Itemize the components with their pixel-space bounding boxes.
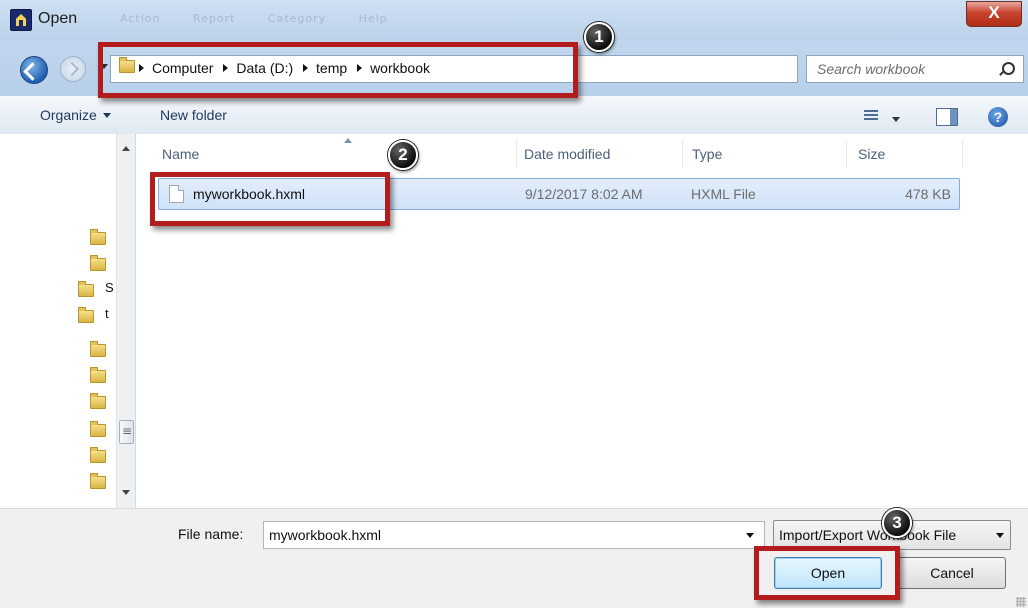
folder-icon (78, 281, 94, 297)
search-icon[interactable] (1002, 62, 1015, 75)
file-name-label: File name: (178, 526, 244, 542)
nav-folder-item[interactable] (0, 366, 116, 384)
nav-item-label: S (105, 280, 114, 295)
organize-button[interactable]: Organize (40, 107, 111, 123)
help-icon[interactable]: ? (988, 107, 1008, 127)
nav-folder-item[interactable] (0, 340, 116, 358)
scroll-down-icon[interactable] (122, 490, 130, 495)
file-type: HXML File (691, 186, 756, 202)
file-type-filter-label: Import/Export Workbook File (779, 527, 957, 543)
navigation-pane: S t (0, 134, 117, 508)
view-options-dropdown-icon[interactable] (892, 117, 900, 122)
title-bar[interactable]: Action Report Category Help Open X (0, 0, 1028, 40)
callout-number-3: 3 (882, 508, 912, 538)
file-date-modified: 9/12/2017 8:02 AM (525, 186, 643, 202)
nav-scrollbar[interactable] (116, 134, 135, 508)
open-dialog: Action Report Category Help Open X Compu… (0, 0, 1028, 608)
preview-pane-icon[interactable] (936, 108, 958, 126)
change-view-icon[interactable] (864, 110, 878, 122)
organize-label: Organize (40, 107, 97, 123)
folder-icon (78, 307, 94, 323)
nav-folder-item[interactable] (0, 254, 116, 272)
forward-arrow-icon[interactable] (60, 56, 86, 82)
file-size: 478 KB (905, 186, 951, 202)
callout-box-open-button (754, 546, 900, 600)
scroll-up-icon[interactable] (122, 146, 130, 151)
folder-icon (90, 341, 106, 357)
resize-grip-icon[interactable] (1016, 597, 1026, 607)
column-divider[interactable] (682, 140, 683, 168)
background-menu: Action Report Category Help (120, 12, 416, 25)
column-divider[interactable] (962, 140, 963, 168)
ghost-menu-item: Help (358, 12, 388, 25)
column-divider[interactable] (516, 140, 517, 168)
callout-box-file (150, 172, 390, 226)
file-name-value: myworkbook.hxml (269, 527, 382, 543)
sort-ascending-icon (344, 138, 352, 143)
column-header-name[interactable]: Name (162, 146, 199, 162)
ghost-menu-item: Category (267, 12, 327, 25)
nav-folder-item[interactable]: t (0, 306, 116, 324)
folder-icon (90, 473, 106, 489)
caret-down-icon (102, 113, 111, 118)
callout-box-address-bar (98, 42, 578, 98)
search-input[interactable]: Search workbook (806, 55, 1024, 83)
callout-number-2: 2 (388, 140, 418, 170)
folder-icon (90, 367, 106, 383)
folder-icon (90, 393, 106, 409)
column-divider[interactable] (846, 140, 847, 168)
folder-icon (90, 229, 106, 245)
folder-icon (90, 421, 106, 437)
window-title: Open (38, 10, 78, 27)
close-button[interactable]: X (966, 1, 1022, 27)
callout-number-1: 1 (584, 22, 614, 52)
nav-folder-item[interactable] (0, 472, 116, 490)
file-name-dropdown-icon[interactable] (746, 533, 754, 538)
nav-item-label: t (105, 306, 109, 321)
file-name-field[interactable]: myworkbook.hxml (263, 521, 765, 549)
column-header-date-modified[interactable]: Date modified (524, 146, 610, 162)
new-folder-button[interactable]: New folder (160, 107, 227, 123)
nav-folder-item[interactable] (0, 420, 116, 438)
cancel-button[interactable]: Cancel (898, 557, 1006, 589)
nav-folder-item[interactable]: S (0, 280, 116, 298)
folder-icon (90, 447, 106, 463)
scroll-thumb[interactable] (119, 420, 134, 444)
app-house-icon (10, 9, 32, 31)
nav-folder-item[interactable] (0, 446, 116, 464)
ghost-menu-item: Report (192, 12, 236, 25)
nav-folder-item[interactable] (0, 228, 116, 246)
column-header-type[interactable]: Type (692, 146, 722, 162)
folder-icon (90, 255, 106, 271)
ghost-menu-item: Action (120, 12, 161, 25)
filter-dropdown-icon (996, 533, 1004, 538)
back-arrow-icon[interactable] (20, 56, 48, 84)
search-placeholder: Search workbook (817, 61, 926, 77)
column-header-size[interactable]: Size (858, 146, 885, 162)
nav-folder-item[interactable] (0, 392, 116, 410)
